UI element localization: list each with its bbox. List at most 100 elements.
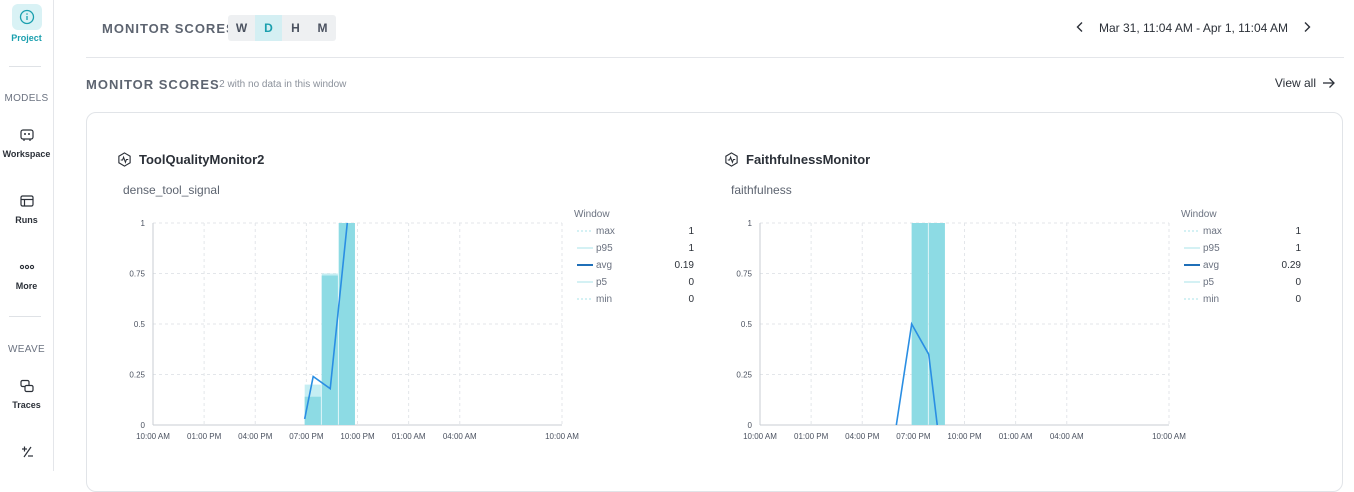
date-range: Mar 31, 11:04 AM - Apr 1, 11:04 AM — [1071, 20, 1316, 36]
robot-icon — [14, 124, 40, 146]
x-tick-label: 04:00 PM — [238, 432, 273, 441]
legend-title: Window — [574, 209, 610, 220]
period-day-button[interactable]: D — [255, 15, 282, 41]
date-range-text: Mar 31, 11:04 AM - Apr 1, 11:04 AM — [1099, 21, 1288, 35]
period-month-button[interactable]: M — [309, 15, 336, 41]
bar-p5 — [928, 223, 945, 425]
x-tick-label: 04:00 AM — [443, 432, 477, 441]
bar-p5 — [911, 223, 928, 425]
arrow-right-icon — [1323, 78, 1335, 88]
legend-value: 1 — [1295, 226, 1301, 237]
monitor-name: FaithfulnessMonitor — [746, 152, 871, 167]
legend-label: min — [596, 294, 612, 305]
sidebar-item-label: More — [15, 281, 38, 291]
legend-value: 0 — [1295, 294, 1301, 305]
sidebar-item-label: Project — [11, 33, 42, 43]
legend-label: max — [596, 226, 615, 237]
info-icon — [11, 4, 42, 30]
y-tick-label: 1 — [141, 219, 146, 228]
layers-icon — [14, 375, 40, 397]
chevron-left-icon[interactable] — [1071, 20, 1089, 36]
sidebar-item-more[interactable]: More — [0, 256, 53, 291]
monitor-name: ToolQualityMonitor2 — [139, 152, 265, 167]
monitor-icon — [725, 152, 738, 167]
legend-title: Window — [1181, 209, 1217, 220]
sidebar-item-traces[interactable]: Traces — [0, 375, 53, 410]
table-icon — [14, 190, 40, 212]
y-tick-label: 0 — [748, 421, 753, 430]
legend-label: p95 — [1203, 243, 1220, 254]
x-tick-label: 10:00 PM — [340, 432, 375, 441]
legend-value: 0 — [688, 277, 694, 288]
x-tick-label: 07:00 PM — [896, 432, 931, 441]
view-all-label: View all — [1274, 76, 1316, 90]
x-tick-label: 01:00 PM — [187, 432, 222, 441]
x-tick-label: 10:00 AM — [1152, 432, 1186, 441]
bar-p5 — [338, 223, 355, 425]
legend-value: 0.19 — [675, 260, 695, 271]
y-tick-label: 0.5 — [741, 320, 753, 329]
bar-p5 — [321, 275, 338, 425]
y-tick-label: 0.25 — [129, 371, 145, 380]
legend-label: p5 — [596, 277, 608, 288]
x-tick-label: 04:00 PM — [845, 432, 880, 441]
legend-label: p5 — [1203, 277, 1215, 288]
legend-label: avg — [1203, 260, 1219, 271]
sidebar-divider — [9, 66, 41, 67]
x-tick-label: 01:00 AM — [999, 432, 1033, 441]
monitor-icon — [118, 152, 131, 167]
legend-label: p95 — [596, 243, 613, 254]
sidebar-item-runs[interactable]: Runs — [0, 190, 53, 225]
score-chart: 0 0.25 0.5 0.75 1 10:00 AM 01:00 PM 04:00 PM 07:… — [736, 209, 1302, 441]
section-label-weave: WEAVE — [8, 344, 45, 355]
legend-value: 1 — [1295, 243, 1301, 254]
period-selector: W D H M — [228, 15, 336, 41]
header-divider — [86, 57, 1344, 58]
sidebar-item-label: Runs — [15, 215, 38, 225]
sidebar-item-evals[interactable] — [0, 441, 53, 463]
more-icon — [14, 256, 40, 278]
plus-minus-icon — [14, 441, 40, 463]
monitor-header[interactable]: ToolQualityMonitor2 — [117, 152, 264, 167]
section-label-models: MODELS — [4, 93, 49, 104]
legend-value: 1 — [688, 243, 694, 254]
legend-value: 0 — [1295, 277, 1301, 288]
x-tick-label: 07:00 PM — [289, 432, 324, 441]
y-tick-label: 0 — [141, 421, 146, 430]
legend-label: max — [1203, 226, 1222, 237]
x-tick-label: 04:00 AM — [1050, 432, 1084, 441]
section-title: MONITOR SCORES — [86, 77, 220, 92]
score-chart: 0 0.25 0.5 0.75 1 10:00 AM 01:00 PM 04:00 PM 07:… — [129, 209, 695, 441]
legend-value: 0.29 — [1282, 260, 1302, 271]
view-all-link[interactable]: View all — [1275, 76, 1336, 90]
legend-value: 1 — [688, 226, 694, 237]
metric-name: dense_tool_signal — [123, 183, 220, 197]
page-title: MONITOR SCORES — [102, 21, 236, 36]
period-hour-button[interactable]: H — [282, 15, 309, 41]
y-tick-label: 0.75 — [736, 270, 752, 279]
metric-name: faithfulness — [731, 183, 792, 197]
x-tick-label: 10:00 AM — [743, 432, 777, 441]
x-tick-label: 10:00 AM — [136, 432, 170, 441]
y-tick-label: 0.75 — [129, 270, 145, 279]
x-tick-label: 10:00 PM — [947, 432, 982, 441]
x-tick-label: 10:00 AM — [545, 432, 579, 441]
sidebar-divider — [9, 316, 41, 317]
sidebar-item-label: Workspace — [2, 149, 51, 159]
y-tick-label: 0.5 — [134, 320, 146, 329]
chevron-right-icon[interactable] — [1298, 20, 1316, 36]
sidebar-item-project[interactable]: Project — [0, 4, 53, 43]
sidebar-item-workspace[interactable]: Workspace — [0, 124, 53, 159]
x-tick-label: 01:00 PM — [794, 432, 829, 441]
x-tick-label: 01:00 AM — [392, 432, 426, 441]
y-tick-label: 1 — [748, 219, 753, 228]
y-tick-label: 0.25 — [736, 371, 752, 380]
legend-label: min — [1203, 294, 1219, 305]
legend-label: avg — [596, 260, 612, 271]
monitor-header[interactable]: FaithfulnessMonitor — [724, 152, 870, 167]
period-week-button[interactable]: W — [228, 15, 255, 41]
sidebar-item-label: Traces — [12, 400, 41, 410]
sidebar: Project MODELS Workspace Runs More WEAVE… — [0, 0, 54, 471]
section-subtitle: · 2 with no data in this window — [213, 79, 347, 90]
legend-value: 0 — [688, 294, 694, 305]
